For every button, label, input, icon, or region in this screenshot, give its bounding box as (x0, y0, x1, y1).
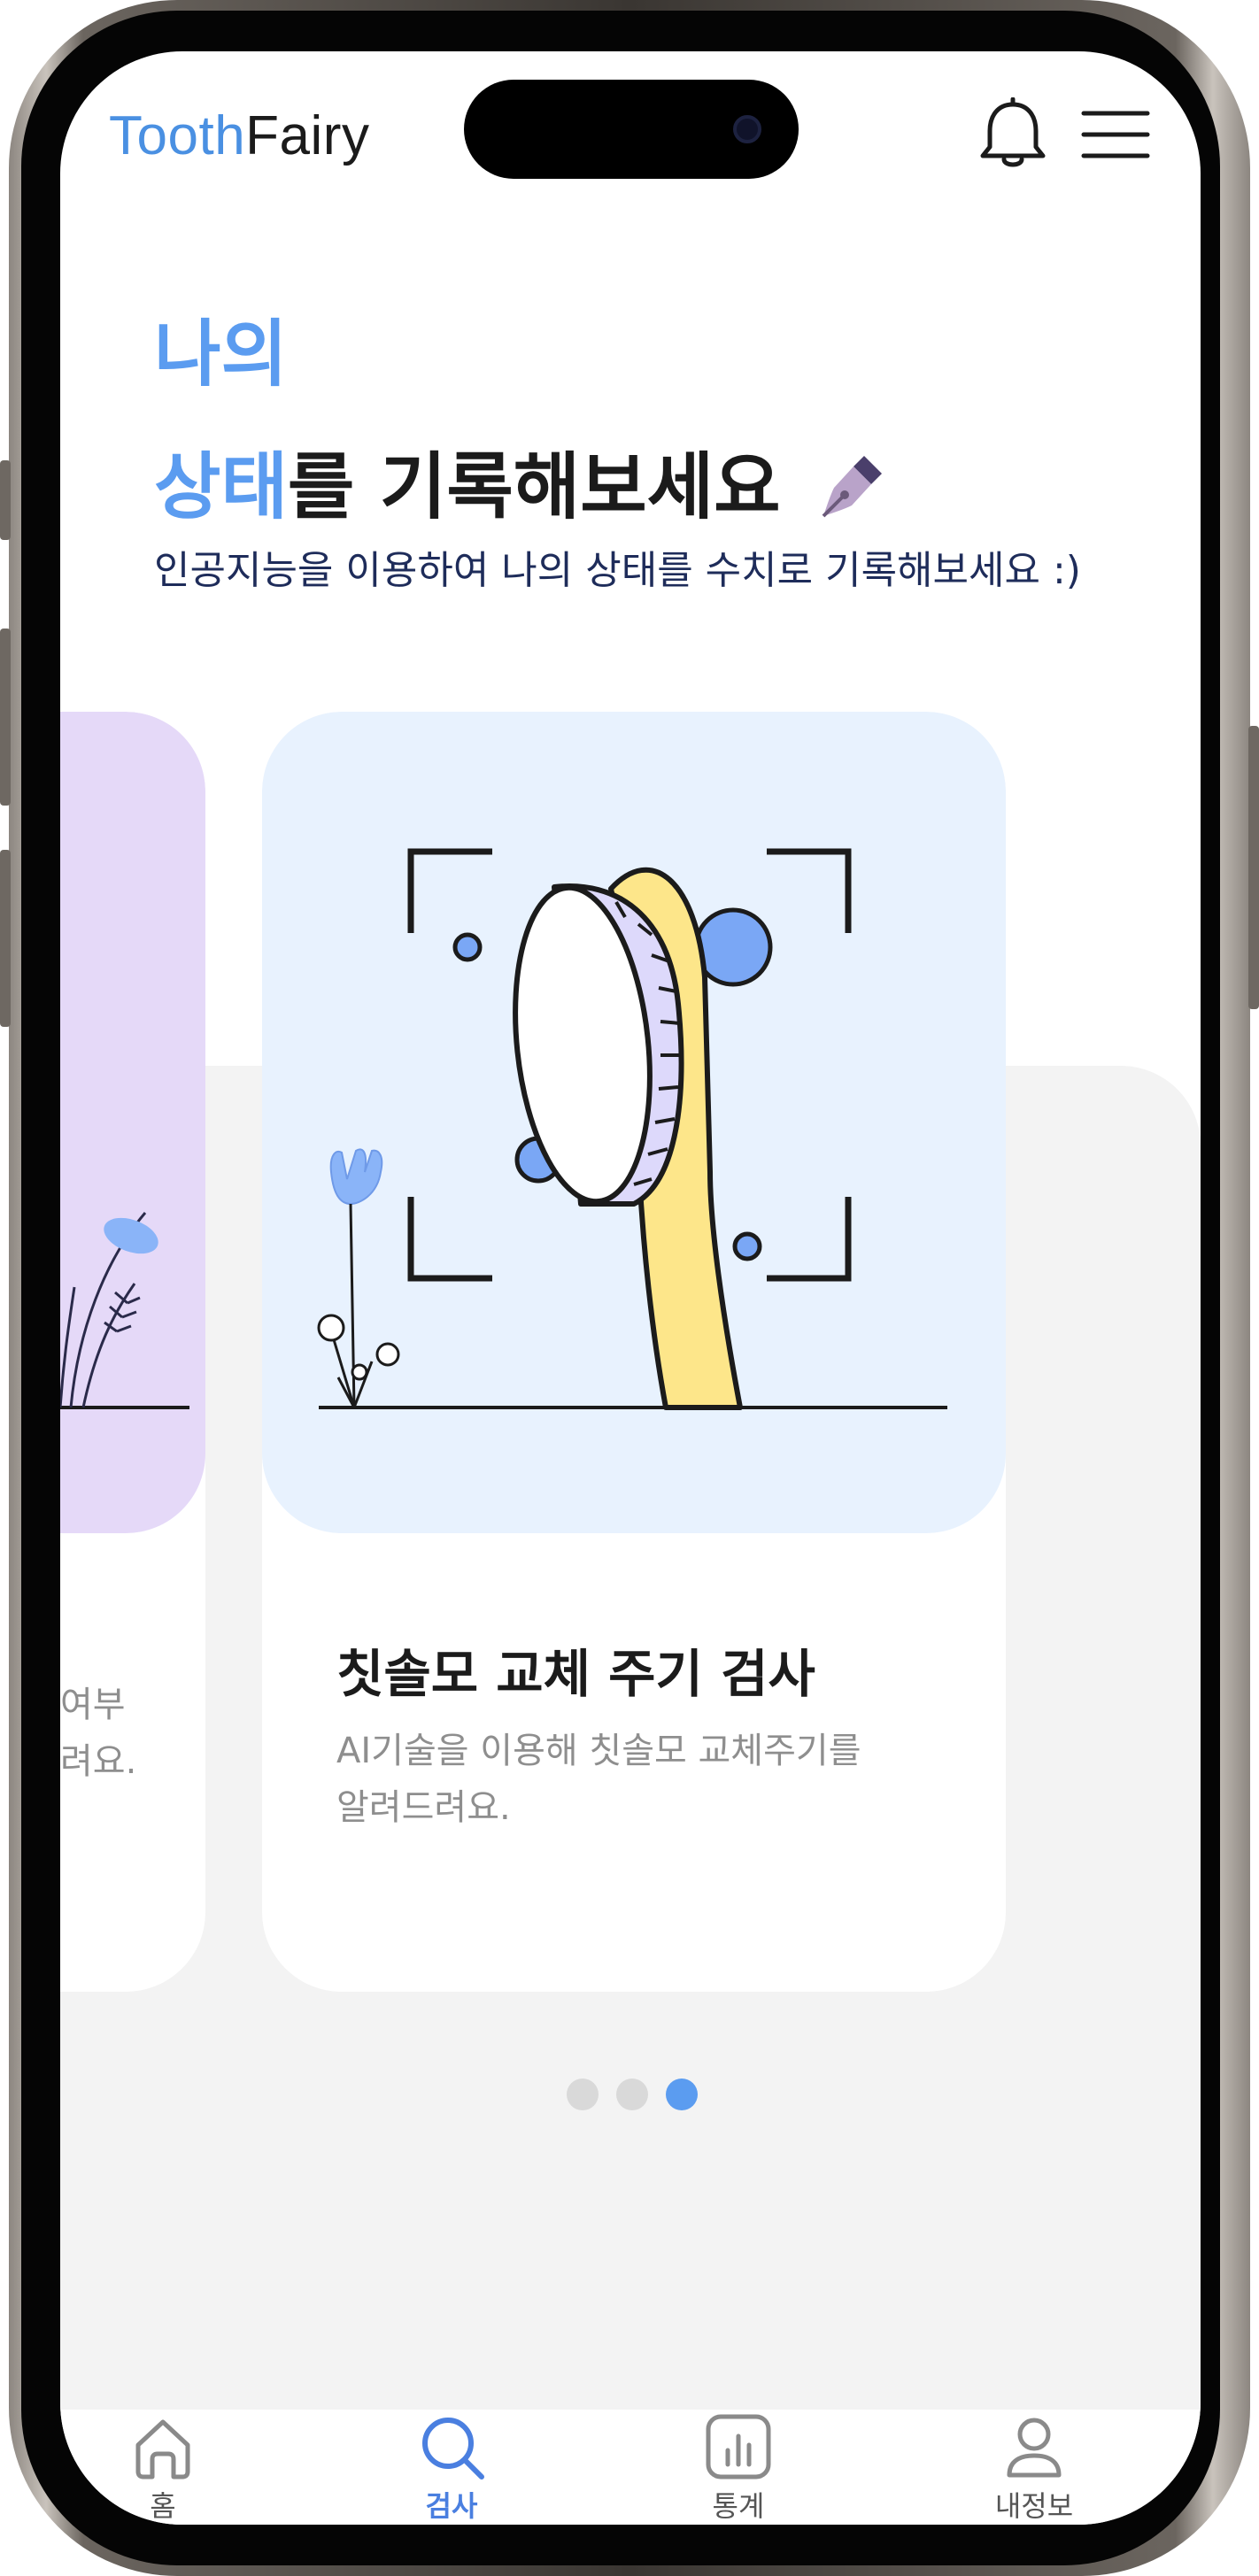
nav-item-home[interactable]: 홈 (74, 2410, 251, 2525)
menu-button[interactable] (1078, 97, 1153, 172)
search-icon (422, 2418, 484, 2480)
pagination-dot[interactable] (567, 2079, 599, 2110)
logo-part-fairy: Fairy (245, 105, 370, 166)
app-logo[interactable]: ToothFairy (109, 104, 369, 167)
page-title-rest: 를 기록해보세요 (287, 445, 781, 529)
pagination-dot-active[interactable] (666, 2079, 698, 2110)
hamburger-menu-icon (1081, 111, 1150, 158)
user-icon (1007, 2418, 1062, 2478)
nav-item-exam[interactable]: 검사 (363, 2410, 540, 2525)
side-button-right (1248, 726, 1259, 1009)
plant-illustration (60, 1212, 189, 1409)
nav-label-profile: 내정보 (994, 2489, 1074, 2523)
card-illustration (60, 712, 205, 1533)
card-title: 칫솔모 교체 주기 검사 (336, 1644, 815, 1704)
nav-label-exam: 검사 (425, 2489, 478, 2523)
page-title-line1: 나의 (154, 312, 288, 397)
side-button-left (0, 460, 11, 540)
page-subtitle: 인공지능을 이용하여 나의 상태를 수치로 기록해보세요 :) (154, 548, 1081, 593)
page-title-highlight: 상태 (154, 445, 288, 529)
nav-item-profile[interactable]: 내정보 (946, 2410, 1123, 2525)
bar-chart-icon (706, 2414, 771, 2480)
card-description: 여부 려요. (60, 1677, 136, 1790)
home-icon (135, 2419, 190, 2480)
card-description-line1: AI기술을 이용해 칫솔모 교체주기를 (336, 1731, 861, 1771)
camera-icon (733, 115, 761, 143)
fountain-pen-icon (822, 456, 882, 518)
nav-label-home: 홈 (150, 2489, 176, 2523)
notification-button[interactable] (976, 97, 1050, 172)
pagination-dot[interactable] (616, 2079, 648, 2110)
nav-label-stats: 통계 (712, 2489, 765, 2523)
bottom-navigation: 홈 검사 통계 내정보 (60, 2410, 1201, 2525)
dynamic-island (464, 80, 799, 179)
side-button-left (0, 850, 11, 1027)
bell-icon (980, 97, 1046, 167)
card-description: AI기술을 이용해 칫솔모 교체주기를 알려드려요. (336, 1723, 861, 1836)
carousel-card-active[interactable]: 칫솔모 교체 주기 검사 AI기술을 이용해 칫솔모 교체주기를 알려드려요. (262, 712, 1006, 1992)
logo-part-tooth: Tooth (109, 105, 246, 166)
side-button-left (0, 629, 11, 806)
card-description-line2: 알려드려요. (336, 1787, 511, 1828)
card-description-line1: 여부 (60, 1685, 126, 1725)
toothbrush-scan-illustration (317, 848, 947, 1410)
carousel-card-previous[interactable]: 여부 려요. (60, 712, 205, 1992)
page-title: 나의 상태 를 기록해보세요 (154, 289, 887, 554)
card-description-line2: 려요. (60, 1741, 137, 1782)
page-title-line2: 상태 를 기록해보세요 (154, 421, 887, 554)
nav-item-stats[interactable]: 통계 (650, 2410, 827, 2525)
card-illustration (262, 712, 1006, 1533)
carousel-pagination (567, 2079, 698, 2110)
screen: ToothFairy 나의 상태 를 기록해보세요 인공지능을 이용하여 나의 … (60, 51, 1201, 2525)
